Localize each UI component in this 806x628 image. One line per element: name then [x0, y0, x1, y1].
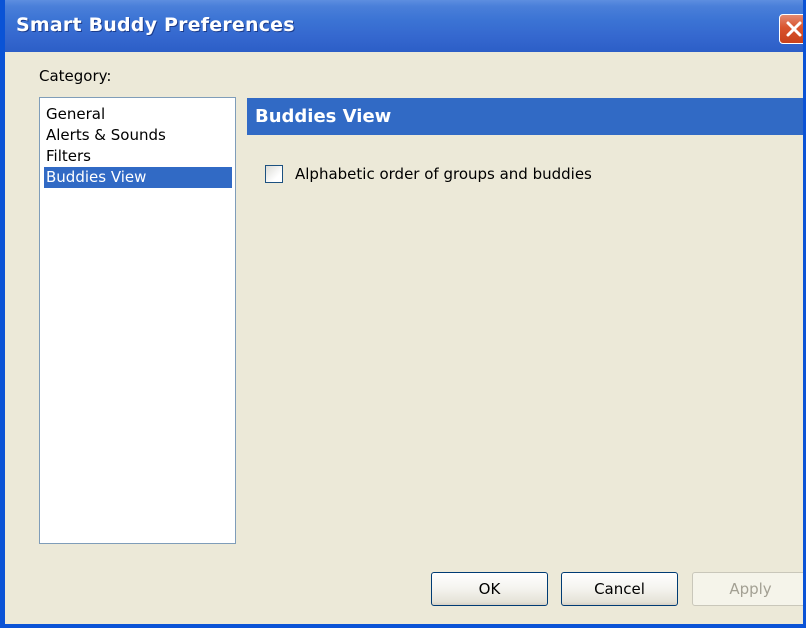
category-label: Category:	[39, 67, 112, 85]
category-item-buddies-view[interactable]: Buddies View	[44, 167, 232, 188]
category-item-alerts-sounds[interactable]: Alerts & Sounds	[44, 125, 232, 146]
alphabetic-order-option[interactable]: Alphabetic order of groups and buddies	[265, 164, 592, 184]
window-title: Smart Buddy Preferences	[16, 14, 295, 36]
section-title: Buddies View	[255, 106, 392, 127]
title-bar[interactable]: Smart Buddy Preferences	[5, 0, 803, 52]
close-icon	[786, 21, 802, 37]
preferences-dialog: Smart Buddy Preferences Category: Genera…	[0, 0, 806, 628]
category-list[interactable]: General Alerts & Sounds Filters Buddies …	[39, 97, 236, 544]
section-header: Buddies View	[247, 98, 803, 135]
close-button[interactable]	[779, 14, 803, 44]
category-item-general[interactable]: General	[44, 104, 232, 125]
category-item-filters[interactable]: Filters	[44, 146, 232, 167]
alphabetic-order-checkbox[interactable]	[265, 165, 283, 183]
alphabetic-order-label[interactable]: Alphabetic order of groups and buddies	[295, 165, 592, 183]
ok-button[interactable]: OK	[431, 572, 548, 606]
apply-button[interactable]: Apply	[692, 572, 803, 606]
cancel-button[interactable]: Cancel	[561, 572, 678, 606]
